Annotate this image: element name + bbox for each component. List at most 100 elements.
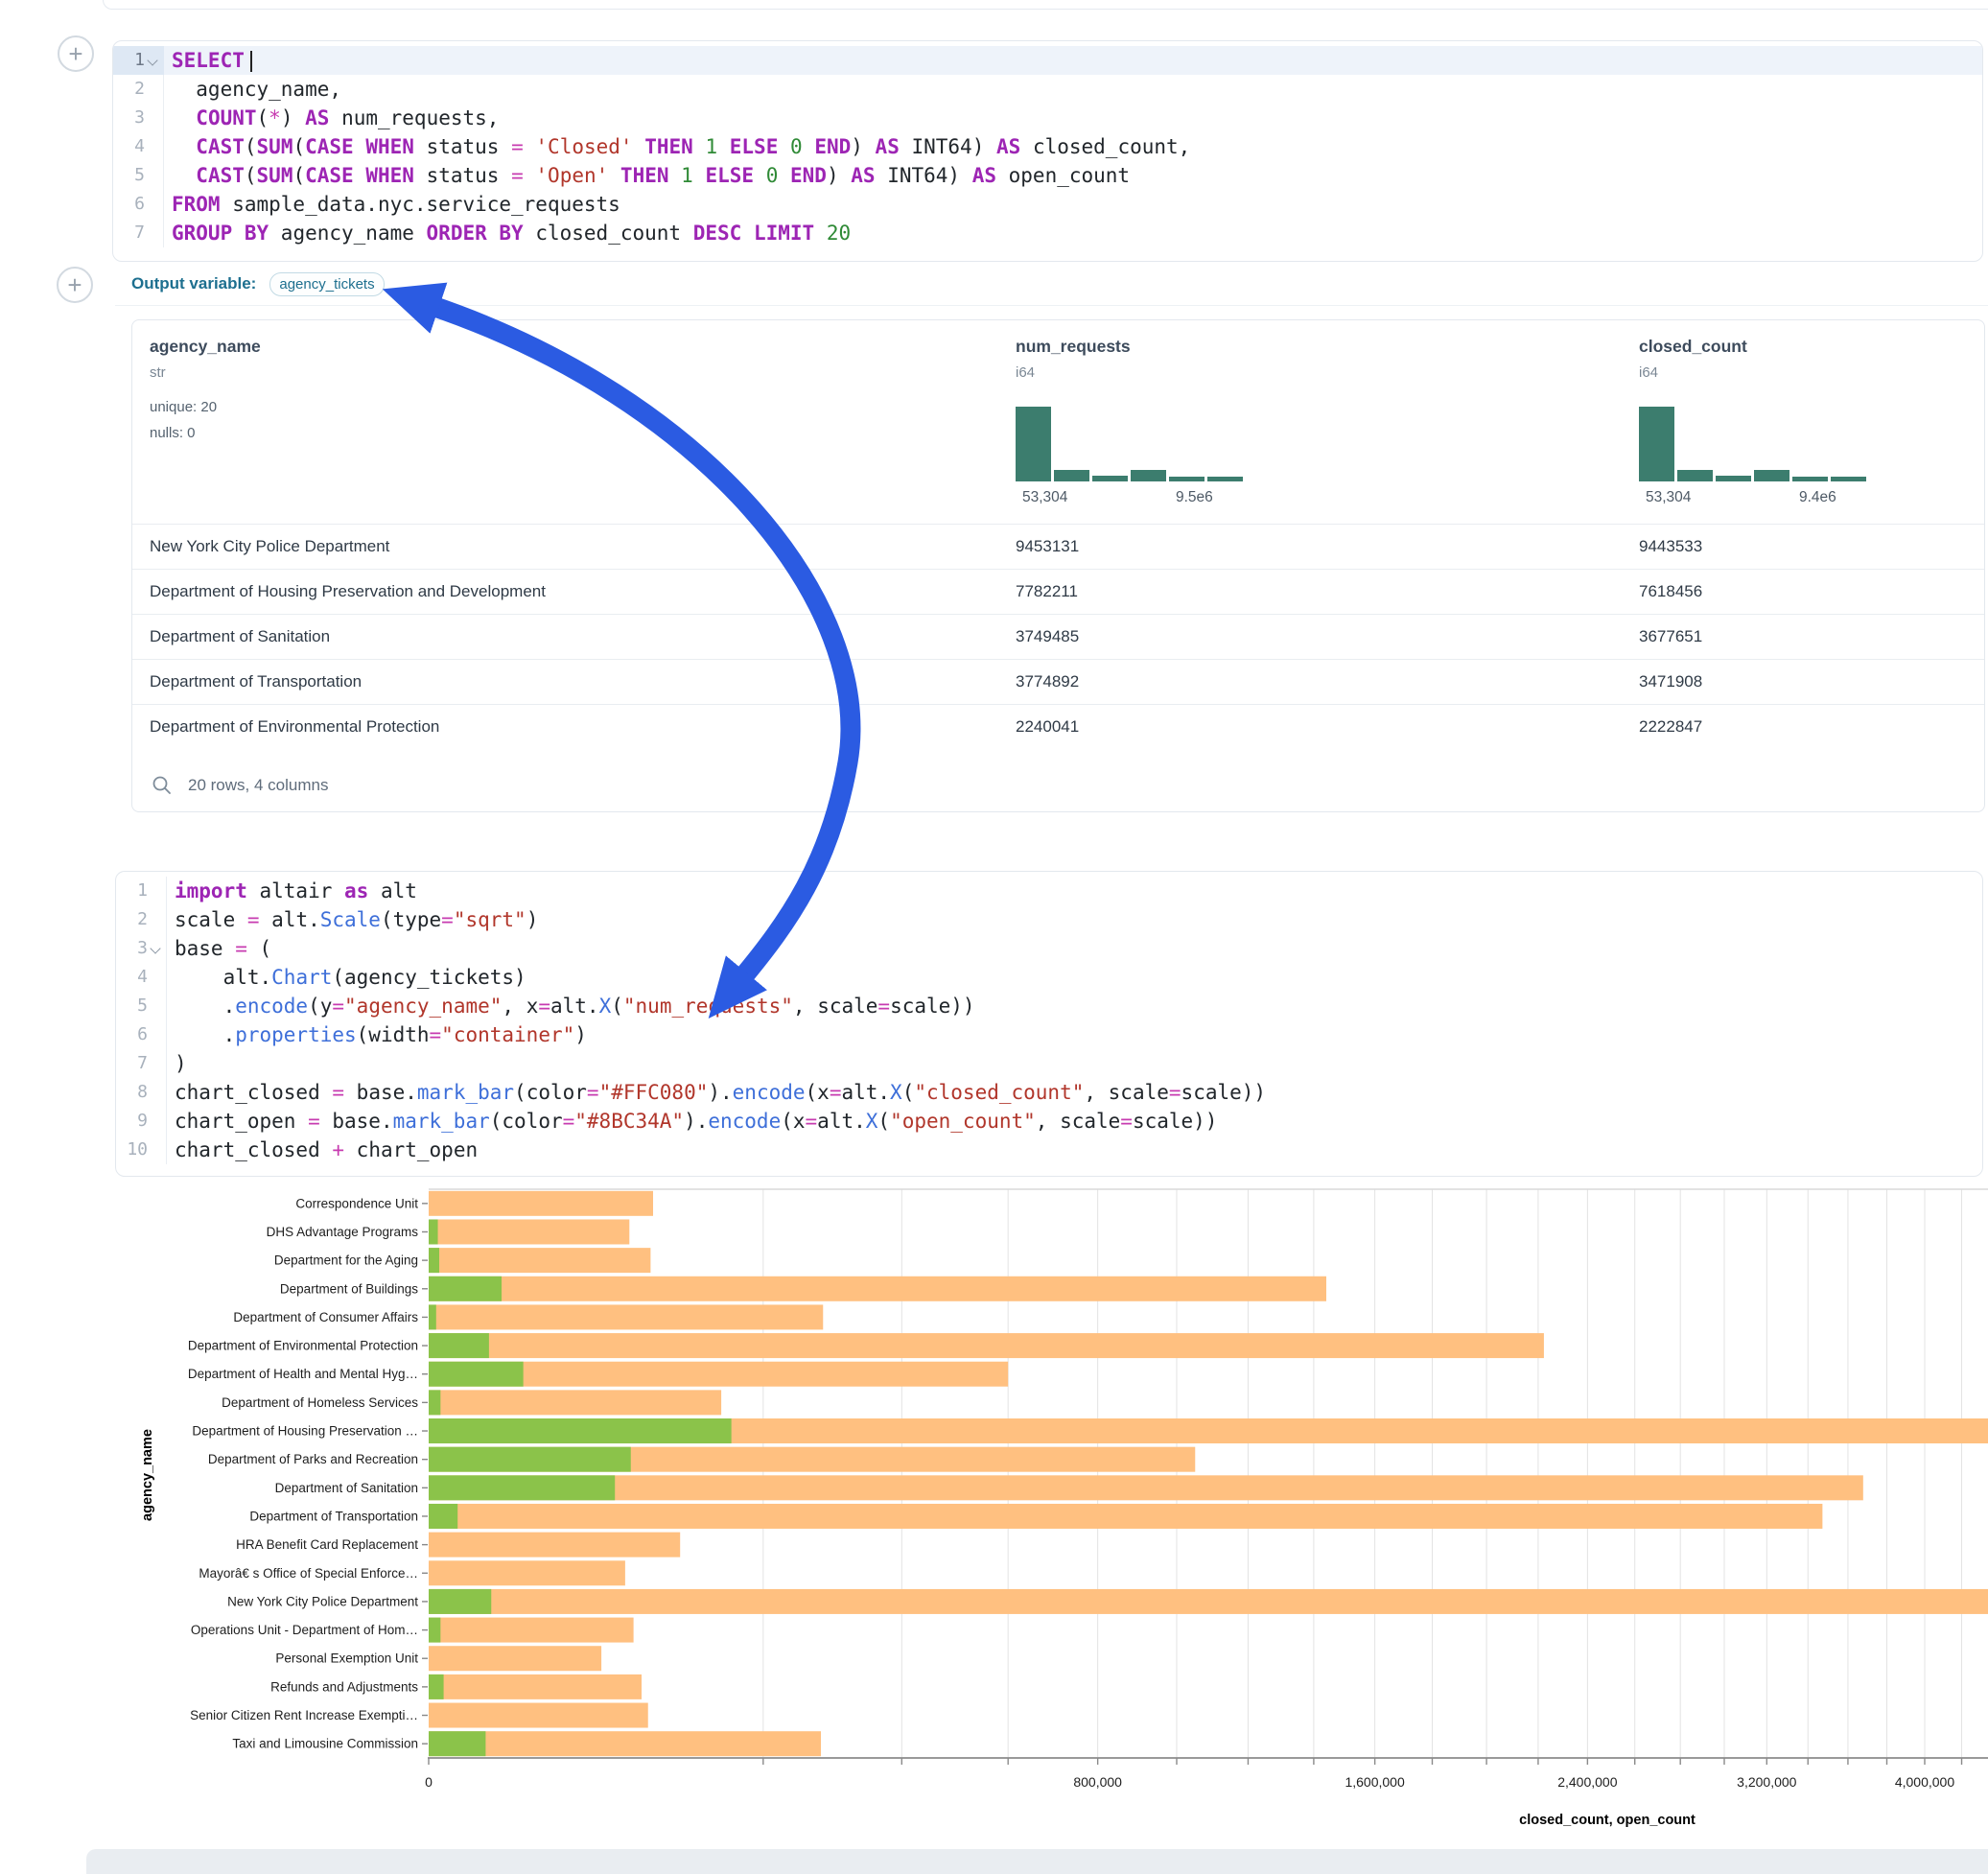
y-axis-label: Refunds and Adjustments (270, 1679, 418, 1694)
line-number: 9 (116, 1107, 167, 1136)
histogram-bar (1131, 470, 1166, 481)
add-cell-button-output[interactable]: + (57, 267, 93, 303)
y-axis-label: Department for the Aging (274, 1253, 418, 1268)
code-line[interactable]: 1import altair as alt (116, 877, 1982, 905)
cell-divider (115, 305, 1988, 306)
code-line[interactable]: 2 agency_name, (113, 75, 1982, 104)
code-line[interactable]: 3 COUNT(*) AS num_requests, (113, 104, 1982, 132)
histogram-bar (1639, 407, 1674, 481)
python-cell[interactable]: 1import altair as alt2scale = alt.Scale(… (115, 871, 1983, 1177)
next-cell-top-edge (86, 1849, 1988, 1874)
closed-count-bar (429, 1646, 601, 1671)
column-type-num-requests: i64 (1016, 364, 1035, 381)
table-cell: 9453131 (998, 537, 1622, 556)
x-tick-label: 4,000,000 (1895, 1774, 1954, 1790)
histogram-bar (1016, 407, 1051, 481)
code-line[interactable]: 7) (116, 1049, 1982, 1078)
code-line[interactable]: 5 CAST(SUM(CASE WHEN status = 'Open' THE… (113, 161, 1982, 190)
code-line[interactable]: 4 CAST(SUM(CASE WHEN status = 'Closed' T… (113, 132, 1982, 161)
column-header-num-requests[interactable]: num_requests (1016, 337, 1131, 357)
previous-cell-bottom-edge (103, 0, 1988, 10)
line-number: 1 (116, 877, 167, 905)
line-number: 2 (113, 75, 164, 104)
y-axis-label: Operations Unit - Department of Hom… (191, 1623, 418, 1637)
code-line[interactable]: 8chart_closed = base.mark_bar(color="#FF… (116, 1078, 1982, 1107)
code-line[interactable]: 6FROM sample_data.nyc.service_requests (113, 190, 1982, 219)
histogram-bar (1677, 470, 1713, 481)
histogram-bar (1092, 476, 1128, 481)
column-header-agency-name[interactable]: agency_name (150, 337, 261, 357)
y-axis-label: New York City Police Department (227, 1594, 418, 1608)
code-line[interactable]: 1SELECT (113, 46, 1982, 75)
closed-count-bar (429, 1618, 634, 1643)
table-cell: 2240041 (998, 717, 1622, 737)
y-axis-label: Department of Parks and Recreation (208, 1452, 418, 1466)
code-line[interactable]: 6 .properties(width="container") (116, 1020, 1982, 1049)
fold-chevron-icon[interactable] (148, 57, 159, 65)
column-type-agency-name: str (150, 364, 166, 381)
search-icon[interactable] (152, 775, 173, 796)
code-line[interactable]: 2scale = alt.Scale(type="sqrt") (116, 905, 1982, 934)
line-number: 10 (116, 1136, 167, 1164)
closed-count-bar (429, 1703, 648, 1728)
code-line[interactable]: 3base = ( (116, 934, 1982, 963)
hist-min-label: 53,304 (1646, 489, 1691, 506)
text-cursor (250, 51, 252, 72)
histogram-bar (1754, 470, 1789, 481)
table-row[interactable]: Department of Housing Preservation and D… (132, 569, 1984, 614)
line-number: 3 (113, 104, 164, 132)
table-footer: 20 rows, 4 columns (132, 760, 328, 811)
line-number: 4 (116, 963, 167, 992)
y-axis-label: Correspondence Unit (295, 1196, 418, 1210)
column-header-closed-count[interactable]: closed_count (1639, 337, 1747, 357)
table-row[interactable]: Department of Transportation377489234719… (132, 659, 1984, 704)
line-number: 8 (116, 1078, 167, 1107)
code-line[interactable]: 5 .encode(y="agency_name", x=alt.X("num_… (116, 992, 1982, 1020)
code-line[interactable]: 9chart_open = base.mark_bar(color="#8BC3… (116, 1107, 1982, 1136)
y-axis-label: Taxi and Limousine Commission (232, 1737, 418, 1751)
open-count-bar (429, 1589, 491, 1614)
sql-code-editor[interactable]: 1SELECT2 agency_name,3 COUNT(*) AS num_r… (113, 46, 1982, 247)
python-code-editor[interactable]: 1import altair as alt2scale = alt.Scale(… (116, 877, 1982, 1164)
closed-count-bar (429, 1475, 1863, 1500)
closed-count-bar (429, 1277, 1326, 1301)
hist-max-label: 9.5e6 (1176, 489, 1213, 506)
table-cell: 2222847 (1622, 717, 1984, 737)
column-type-closed-count: i64 (1639, 364, 1658, 381)
table-row[interactable]: New York City Police Department945313194… (132, 524, 1984, 569)
closed-count-bar (429, 1504, 1822, 1529)
add-cell-button-top[interactable]: + (58, 35, 94, 72)
table-cell: Department of Housing Preservation and D… (132, 582, 998, 601)
table-cell: Department of Environmental Protection (132, 717, 998, 737)
x-tick-label: 1,600,000 (1345, 1774, 1404, 1790)
y-axis-title: agency_name (140, 1429, 155, 1521)
sql-cell[interactable]: 1SELECT2 agency_name,3 COUNT(*) AS num_r… (112, 40, 1983, 262)
fold-chevron-icon[interactable] (151, 945, 162, 953)
y-axis-label: HRA Benefit Card Replacement (236, 1537, 418, 1552)
open-count-bar (429, 1333, 489, 1358)
hist-min-label: 53,304 (1022, 489, 1067, 506)
open-count-bar (429, 1277, 502, 1301)
open-count-bar (429, 1618, 440, 1643)
open-count-bar (429, 1418, 732, 1443)
code-line[interactable]: 4 alt.Chart(agency_tickets) (116, 963, 1982, 992)
table-row[interactable]: Department of Sanitation37494853677651 (132, 614, 1984, 659)
output-variable-pill[interactable]: agency_tickets (269, 272, 384, 296)
open-count-bar (429, 1504, 457, 1529)
open-count-bar (429, 1731, 485, 1756)
y-axis-label: Department of Transportation (249, 1509, 418, 1523)
table-row[interactable]: Department of Environmental Protection22… (132, 704, 1984, 749)
code-line[interactable]: 7GROUP BY agency_name ORDER BY closed_co… (113, 219, 1982, 247)
table-cell: 7618456 (1622, 582, 1984, 601)
histogram-bar (1207, 477, 1243, 481)
code-line[interactable]: 10chart_closed + chart_open (116, 1136, 1982, 1164)
x-tick-label: 3,200,000 (1737, 1774, 1796, 1790)
hist-max-label: 9.4e6 (1799, 489, 1836, 506)
line-number: 1 (113, 46, 164, 75)
line-number: 3 (116, 934, 167, 963)
open-count-bar (429, 1362, 524, 1387)
y-axis-label: Department of Buildings (280, 1281, 418, 1296)
x-tick-label: 800,000 (1073, 1774, 1122, 1790)
closed-count-histogram (1639, 407, 1869, 481)
line-number: 7 (116, 1049, 167, 1078)
